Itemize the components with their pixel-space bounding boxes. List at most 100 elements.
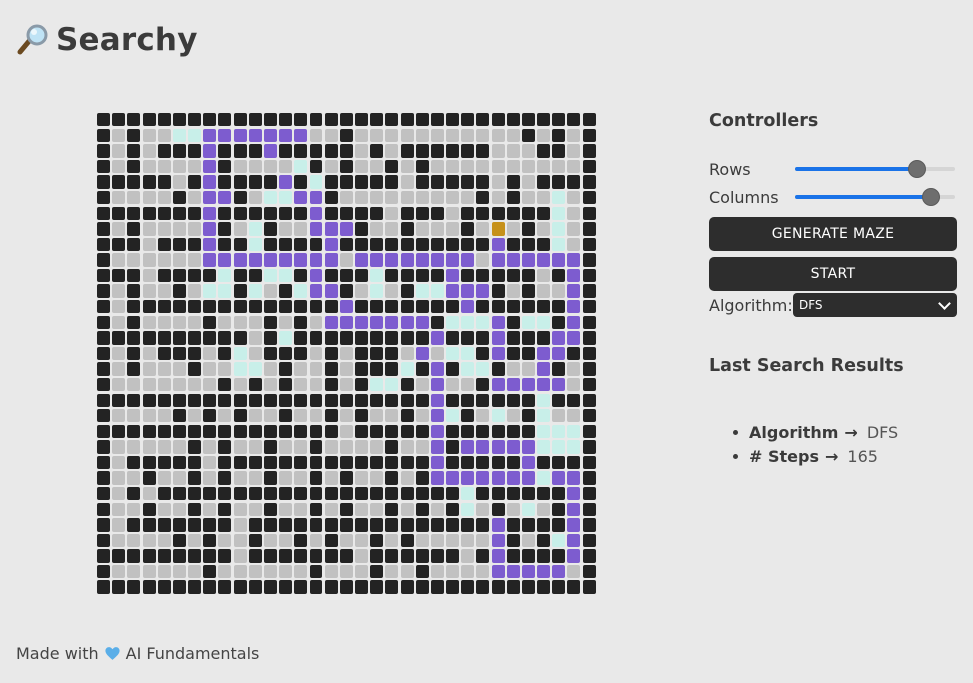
maze-cell-path xyxy=(324,237,338,252)
maze-cell-wall xyxy=(263,549,277,563)
maze-cell-wall xyxy=(582,346,596,361)
maze-cell-wall xyxy=(339,331,353,345)
maze-cell-wall xyxy=(188,393,202,407)
maze-cell-wall xyxy=(537,518,551,532)
maze-cell-wall xyxy=(97,564,111,579)
maze-cell-wall xyxy=(567,580,581,594)
results-list: Algorithm → DFS # Steps → 165 xyxy=(733,420,898,468)
maze-cell-wall xyxy=(97,518,111,532)
maze-cell-open xyxy=(279,502,293,516)
maze-cell-open xyxy=(188,564,202,579)
maze-cell-visited xyxy=(279,268,293,283)
maze-cell-wall xyxy=(97,144,111,158)
maze-cell-open xyxy=(157,533,171,548)
maze-cell-path xyxy=(430,377,444,392)
maze-cell-wall xyxy=(506,190,520,205)
maze-cell-wall xyxy=(218,175,232,189)
maze-cell-open xyxy=(309,362,323,376)
maze-cell-wall xyxy=(188,549,202,563)
maze-cell-path xyxy=(461,471,475,485)
maze-cell-open xyxy=(461,533,475,548)
maze-cell-wall xyxy=(263,455,277,470)
rows-slider-thumb[interactable] xyxy=(907,160,926,178)
maze-cell-wall xyxy=(582,253,596,267)
maze-cell-wall xyxy=(263,222,277,236)
maze-cell-open xyxy=(218,533,232,548)
maze-cell-open xyxy=(567,362,581,376)
maze-cell-open xyxy=(567,206,581,220)
maze-cell-open xyxy=(203,440,217,454)
maze-cell-wall xyxy=(355,331,368,345)
maze-cell-wall xyxy=(521,486,535,501)
maze-cell-path xyxy=(309,190,323,205)
maze-cell-open xyxy=(476,533,490,548)
maze-cell-wall xyxy=(370,486,384,501)
maze-cell-open xyxy=(339,424,353,439)
maze-cell-path xyxy=(567,253,581,267)
maze-cell-path xyxy=(385,253,399,267)
maze-cell-wall xyxy=(248,424,262,439)
maze-cell-open xyxy=(294,222,308,236)
maze-cell-open xyxy=(537,128,551,143)
maze-cell-open xyxy=(294,362,308,376)
maze-cell-wall xyxy=(582,362,596,376)
maze-cell-wall xyxy=(582,564,596,579)
algorithm-select[interactable]: DFS xyxy=(793,293,957,317)
maze-cell-wall xyxy=(172,190,186,205)
maze-cell-visited xyxy=(203,284,217,298)
maze-cell-path xyxy=(537,377,551,392)
maze-cell-wall xyxy=(355,113,368,127)
maze-cell-wall xyxy=(415,518,429,532)
maze-cell-open xyxy=(324,564,338,579)
columns-slider[interactable] xyxy=(795,184,955,210)
blue-heart-icon xyxy=(104,645,121,662)
maze-cell-path xyxy=(279,253,293,267)
maze-cell-wall xyxy=(339,284,353,298)
maze-cell-wall xyxy=(400,144,414,158)
maze-cell-wall xyxy=(491,300,505,314)
maze-cell-visited xyxy=(537,440,551,454)
maze-cell-wall xyxy=(294,144,308,158)
maze-cell-open xyxy=(188,222,202,236)
maze-cell-wall xyxy=(430,206,444,220)
maze-cell-path xyxy=(339,300,353,314)
maze-cell-open xyxy=(537,222,551,236)
maze-cell-wall xyxy=(188,300,202,314)
maze-cell-wall xyxy=(567,113,581,127)
maze-cell-open xyxy=(461,564,475,579)
maze-cell-wall xyxy=(263,300,277,314)
maze-cell-wall xyxy=(172,580,186,594)
start-button[interactable]: START xyxy=(709,257,957,291)
maze-cell-wall xyxy=(203,113,217,127)
maze-cell-wall xyxy=(218,237,232,252)
result-algorithm-value: DFS xyxy=(866,422,899,442)
columns-slider-thumb[interactable] xyxy=(922,188,940,206)
rows-slider[interactable] xyxy=(795,156,955,182)
maze-cell-wall xyxy=(385,346,399,361)
maze-cell-wall xyxy=(506,113,520,127)
maze-cell-wall xyxy=(400,284,414,298)
maze-cell-wall xyxy=(218,331,232,345)
maze-cell-path xyxy=(461,300,475,314)
maze-cell-open xyxy=(506,159,520,174)
maze-cell-path xyxy=(294,128,308,143)
maze-cell-wall xyxy=(203,518,217,532)
maze-grid[interactable] xyxy=(96,112,597,595)
maze-cell-wall xyxy=(263,206,277,220)
maze-cell-wall xyxy=(370,113,384,127)
maze-cell-open xyxy=(127,440,141,454)
maze-cell-wall xyxy=(415,502,429,516)
maze-cell-open xyxy=(537,502,551,516)
maze-cell-open xyxy=(188,409,202,423)
generate-maze-button[interactable]: GENERATE MAZE xyxy=(709,217,957,251)
maze-cell-open xyxy=(476,409,490,423)
maze-cell-wall xyxy=(339,268,353,283)
maze-cell-wall xyxy=(355,580,368,594)
maze-cell-open xyxy=(157,253,171,267)
maze-cell-path xyxy=(263,144,277,158)
maze-cell-wall xyxy=(263,237,277,252)
maze-cell-wall xyxy=(157,268,171,283)
maze-cell-open xyxy=(430,190,444,205)
maze-cell-open xyxy=(430,128,444,143)
maze-cell-wall xyxy=(97,533,111,548)
